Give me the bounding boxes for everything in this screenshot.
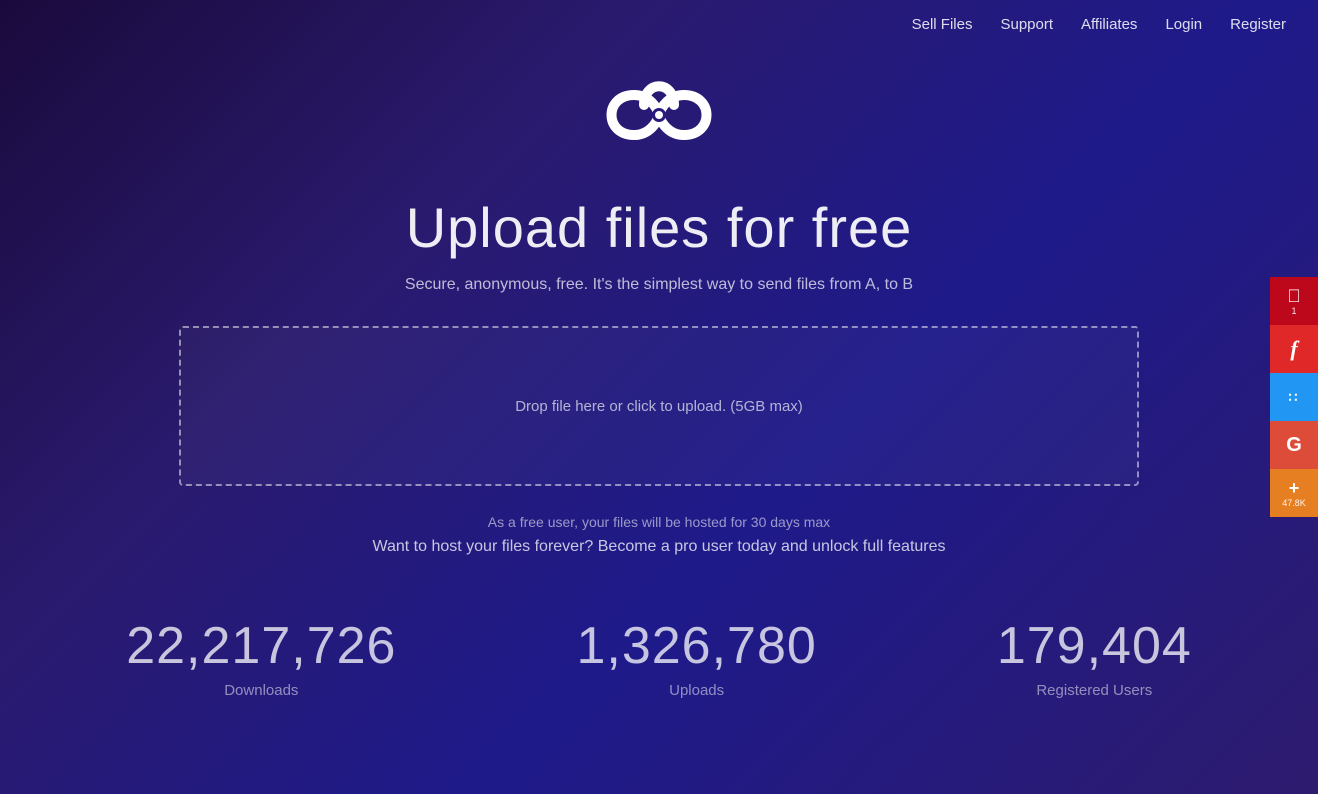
main-content: Upload files for free Secure, anonymous,… xyxy=(0,0,1318,699)
uploads-label: Uploads xyxy=(669,682,724,699)
mightytext-icon: ∷ xyxy=(1289,390,1300,404)
registered-users-number: 179,404 xyxy=(997,616,1192,676)
uploads-stat: 1,326,780 Uploads xyxy=(576,616,816,699)
stats-section: 22,217,726 Downloads 1,326,780 Uploads 1… xyxy=(126,616,1192,699)
nav-login[interactable]: Login xyxy=(1165,16,1202,33)
mightytext-button[interactable]: ∷ xyxy=(1270,373,1318,421)
registered-users-label: Registered Users xyxy=(1036,682,1152,699)
downloads-number: 22,217,726 xyxy=(126,616,396,676)
pinterest-button[interactable]:  1 xyxy=(1270,277,1318,325)
registered-users-stat: 179,404 Registered Users xyxy=(997,616,1192,699)
google-button[interactable]: G xyxy=(1270,421,1318,469)
downloads-stat: 22,217,726 Downloads xyxy=(126,616,396,699)
flipboard-icon: f xyxy=(1290,338,1297,360)
page-headline: Upload files for free xyxy=(406,195,913,260)
share-button[interactable]: + 47.8K xyxy=(1270,469,1318,517)
flipboard-button[interactable]: f xyxy=(1270,325,1318,373)
nav-support[interactable]: Support xyxy=(1000,16,1053,33)
social-sidebar:  1 f ∷ G + 47.8K xyxy=(1270,277,1318,517)
pinterest-icon:  xyxy=(1287,287,1301,305)
nav-register[interactable]: Register xyxy=(1230,16,1286,33)
pinterest-count: 1 xyxy=(1291,306,1296,316)
upload-placeholder-text: Drop file here or click to upload. (5GB … xyxy=(515,398,803,415)
nav-affiliates[interactable]: Affiliates xyxy=(1081,16,1137,33)
site-logo xyxy=(594,55,724,175)
upload-dropzone[interactable]: Drop file here or click to upload. (5GB … xyxy=(179,326,1139,486)
uploads-number: 1,326,780 xyxy=(576,616,816,676)
hosting-info-text: As a free user, your files will be hoste… xyxy=(488,514,830,530)
share-count: 47.8K xyxy=(1282,498,1306,508)
share-icon: + xyxy=(1289,479,1300,497)
downloads-label: Downloads xyxy=(224,682,298,699)
nav-sell-files[interactable]: Sell Files xyxy=(912,16,973,33)
google-icon: G xyxy=(1286,435,1302,455)
pro-promo-text: Want to host your files forever? Become … xyxy=(372,538,945,556)
page-subtitle: Secure, anonymous, free. It's the simple… xyxy=(405,276,913,294)
nav-bar: Sell Files Support Affiliates Login Regi… xyxy=(880,0,1318,49)
